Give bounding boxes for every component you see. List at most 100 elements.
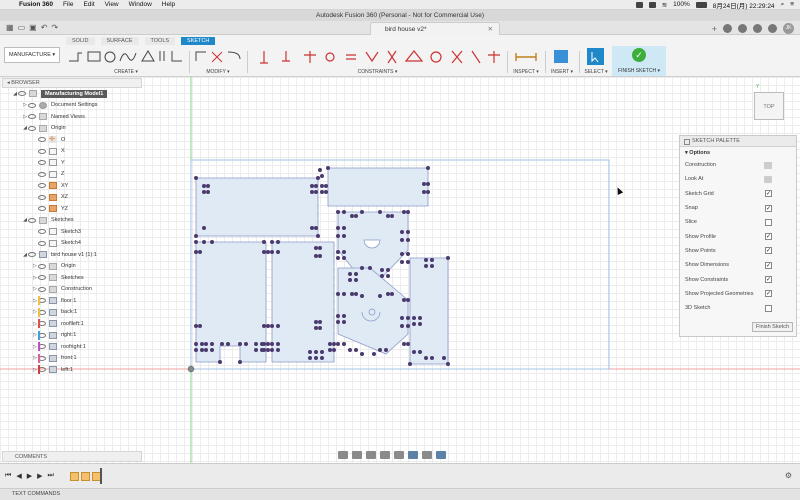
browser-item[interactable]: ▷ floor:1: [2, 295, 142, 307]
help-icon[interactable]: [768, 24, 777, 33]
finish-sketch-palette-button[interactable]: Finish Sketch: [751, 322, 793, 332]
extensions-icon[interactable]: [723, 24, 732, 33]
browser-item[interactable]: YZ: [2, 203, 142, 215]
constraints-menu[interactable]: CONSTRAINTS ▾: [250, 69, 505, 75]
browser-item[interactable]: ▷ Document Settings: [2, 100, 142, 112]
visibility-eye-icon[interactable]: [38, 160, 46, 166]
tab-sketch[interactable]: SKETCH: [181, 37, 216, 45]
browser-item[interactable]: ◢ bird house v1 (1):1: [2, 249, 142, 261]
option-checkbox[interactable]: [765, 304, 772, 312]
option-checkbox[interactable]: ✓: [765, 290, 772, 298]
visibility-eye-icon[interactable]: [28, 125, 36, 131]
visibility-eye-icon[interactable]: [38, 171, 46, 177]
browser-item[interactable]: Sketch3: [2, 226, 142, 238]
menu-window[interactable]: Window: [124, 1, 157, 8]
timeline-back-icon[interactable]: ◀: [16, 472, 21, 480]
redo-icon[interactable]: ↷: [51, 23, 58, 32]
palette-option[interactable]: Look At: [680, 172, 796, 186]
viewcube[interactable]: TOP: [754, 92, 784, 120]
browser-item[interactable]: XZ: [2, 192, 142, 204]
palette-option[interactable]: Show Profile ✓: [680, 229, 796, 243]
browser-item[interactable]: ▷ Origin: [2, 261, 142, 273]
visibility-eye-icon[interactable]: [38, 229, 46, 235]
browser-item[interactable]: XY: [2, 180, 142, 192]
browser-item[interactable]: ◢ Origin: [2, 123, 142, 135]
viewports-icon[interactable]: [436, 451, 446, 459]
palette-option[interactable]: Show Projected Geometries ✓: [680, 287, 796, 301]
undo-icon[interactable]: ↶: [41, 23, 48, 32]
fit-icon[interactable]: [394, 451, 404, 459]
apps-grid-icon[interactable]: ▦: [6, 23, 14, 32]
visibility-eye-icon[interactable]: [38, 183, 46, 189]
menu-extra-icon[interactable]: ≡: [790, 1, 794, 8]
palette-section-options[interactable]: ▾ Options: [680, 147, 796, 158]
option-checkbox[interactable]: ✓: [765, 261, 772, 269]
search-icon[interactable]: ⌕: [781, 1, 785, 9]
palette-option[interactable]: Slice: [680, 215, 796, 229]
wifi-icon[interactable]: ≋: [662, 1, 667, 9]
palette-option[interactable]: Show Dimensions ✓: [680, 258, 796, 272]
timeline-end-icon[interactable]: ⏭: [47, 472, 53, 480]
status-icon[interactable]: [648, 1, 656, 8]
menu-help[interactable]: Help: [157, 1, 180, 8]
visibility-eye-icon[interactable]: [18, 91, 26, 97]
comments-panel[interactable]: COMMENTS: [2, 451, 142, 462]
browser-item[interactable]: Sketch4: [2, 238, 142, 250]
palette-option[interactable]: Sketch Grid ✓: [680, 187, 796, 201]
timeline-play-icon[interactable]: ▶: [27, 472, 32, 480]
select-menu[interactable]: SELECT ▾: [582, 69, 610, 75]
timeline-forward-icon[interactable]: ▶: [37, 472, 42, 480]
look-at-icon[interactable]: [352, 451, 362, 459]
browser-item[interactable]: ▷ roofright:1: [2, 341, 142, 353]
visibility-eye-icon[interactable]: [38, 137, 46, 143]
palette-option[interactable]: Construction: [680, 158, 796, 172]
option-checkbox[interactable]: ✓: [765, 247, 772, 255]
visibility-eye-icon[interactable]: [38, 240, 46, 246]
palette-option[interactable]: 3D Sketch: [680, 301, 796, 315]
menu-file[interactable]: File: [58, 1, 78, 8]
gear-icon[interactable]: ⚙: [785, 471, 792, 480]
browser-item[interactable]: ▷ Named Views: [2, 111, 142, 123]
option-toggle-icon[interactable]: [764, 161, 772, 169]
palette-option[interactable]: Show Points ✓: [680, 244, 796, 258]
visibility-eye-icon[interactable]: [28, 217, 36, 223]
browser-item[interactable]: ▷ front:1: [2, 353, 142, 365]
display-settings-icon[interactable]: [408, 451, 418, 459]
palette-header[interactable]: SKETCH PALETTE: [680, 136, 796, 147]
add-tab-icon[interactable]: +: [712, 24, 717, 34]
user-avatar[interactable]: JK: [783, 23, 794, 34]
inspect-menu[interactable]: INSPECT ▾: [510, 69, 542, 75]
insert-menu[interactable]: INSERT ▾: [548, 69, 576, 75]
option-checkbox[interactable]: ✓: [765, 233, 772, 241]
file-icon[interactable]: ▭: [18, 23, 26, 32]
browser-item[interactable]: ✛ O: [2, 134, 142, 146]
clock[interactable]: 8月24日(月) 22:29:24: [713, 0, 775, 10]
grid-settings-icon[interactable]: [422, 451, 432, 459]
create-menu[interactable]: CREATE ▾: [66, 69, 186, 75]
modify-menu[interactable]: MODIFY ▾: [192, 69, 244, 75]
tab-tools[interactable]: TOOLS: [144, 37, 176, 45]
option-checkbox[interactable]: ✓: [765, 190, 772, 198]
visibility-eye-icon[interactable]: [28, 252, 36, 258]
visibility-eye-icon[interactable]: [38, 148, 46, 154]
save-icon[interactable]: ▣: [29, 23, 37, 32]
finish-sketch-button[interactable]: ✓ FINISH SKETCH ▾: [612, 46, 666, 76]
browser-item[interactable]: ▷ back:1: [2, 307, 142, 319]
visibility-eye-icon[interactable]: [28, 102, 36, 108]
browser-item[interactable]: ◢ Manufacturing Model1: [2, 88, 142, 100]
palette-option[interactable]: Snap ✓: [680, 201, 796, 215]
menu-edit[interactable]: Edit: [78, 1, 99, 8]
browser-item[interactable]: ▷ Construction: [2, 284, 142, 296]
job-status-icon[interactable]: [738, 24, 747, 33]
zoom-icon[interactable]: [380, 451, 390, 459]
timeline-marker[interactable]: [100, 468, 102, 484]
browser-item[interactable]: Y: [2, 157, 142, 169]
option-checkbox[interactable]: ✓: [765, 276, 772, 284]
tab-surface[interactable]: SURFACE: [100, 37, 139, 45]
browser-item[interactable]: Z: [2, 169, 142, 181]
palette-option[interactable]: Show Constraints ✓: [680, 272, 796, 286]
browser-item[interactable]: X: [2, 146, 142, 158]
visibility-eye-icon[interactable]: [38, 194, 46, 200]
browser-item[interactable]: ▷ Sketches: [2, 272, 142, 284]
visibility-eye-icon[interactable]: [38, 275, 46, 281]
